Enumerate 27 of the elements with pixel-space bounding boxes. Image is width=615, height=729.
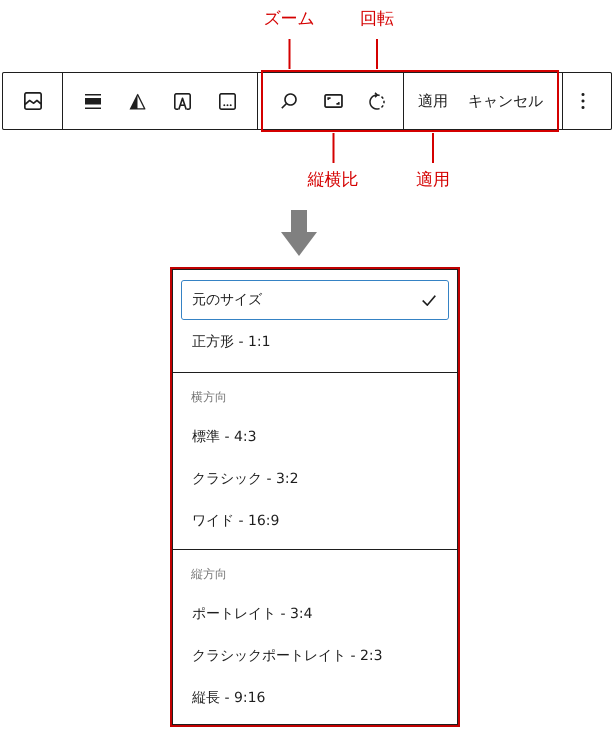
rotate-icon (369, 92, 385, 110)
action-button[interactable]: 適用 (408, 79, 458, 123)
menu-item[interactable]: ポートレイト - 3:4 (181, 594, 449, 634)
menu-item[interactable]: 縦長 - 9:16 (181, 678, 449, 718)
menu-item[interactable]: ワイド - 16:9 (181, 501, 449, 541)
half-filled-triangle-icon (129, 92, 146, 110)
menu-item[interactable]: 正方形 - 1:1 (181, 322, 449, 362)
crop-frame-icon (324, 94, 342, 108)
menu-group-heading: 横方向 (190, 389, 228, 406)
callout-label: 縦横比 (308, 170, 358, 190)
down-arrow-icon (281, 210, 317, 256)
menu-item[interactable]: 標準 - 4:3 (181, 417, 449, 457)
menu-item[interactable]: クラシックポートレイト - 2:3 (181, 636, 449, 676)
callout-label: 適用 (416, 170, 450, 190)
magnifier-icon (281, 93, 297, 109)
ellipsis-box-icon (219, 92, 236, 110)
text-box-icon (174, 92, 191, 110)
stacked-bars-icon (84, 94, 100, 108)
checkmark-icon (422, 294, 436, 306)
menu-item[interactable]: クラシック - 3:2 (181, 459, 449, 499)
image-icon (24, 92, 42, 110)
callout-label: 回転 (360, 9, 394, 29)
action-button[interactable]: キャンセル (458, 79, 553, 123)
callout-label: ズーム (264, 9, 314, 29)
menu-item[interactable]: 元のサイズ (181, 280, 449, 320)
menu-group-heading: 縦方向 (190, 566, 228, 583)
more-icon (581, 93, 585, 109)
